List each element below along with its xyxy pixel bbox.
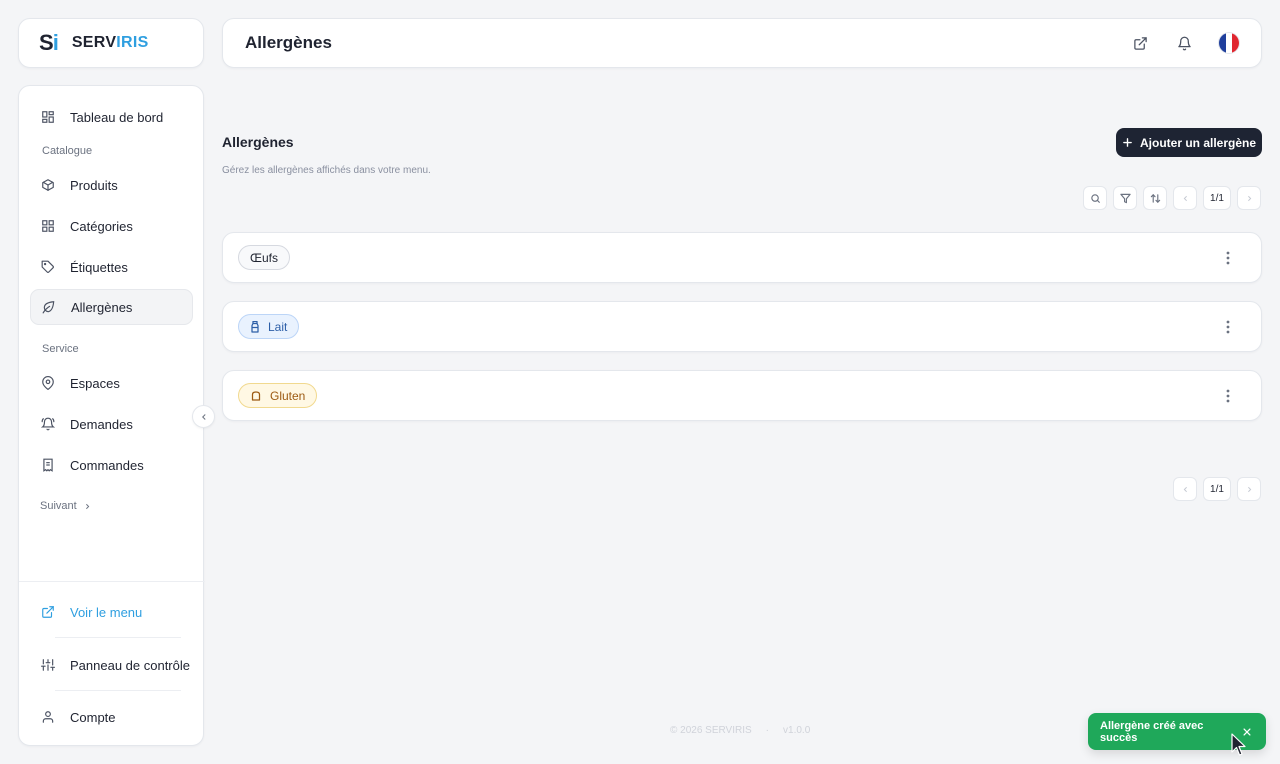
chevron-left-icon	[1183, 195, 1187, 201]
sidebar-item-label: Compte	[70, 709, 116, 725]
chevron-left-icon	[201, 413, 206, 420]
sidebar-item-requests[interactable]: Demandes	[30, 406, 193, 442]
sidebar: Tableau de bord Catalogue Produits Catég…	[18, 85, 205, 746]
sidebar-item-label: Allergènes	[71, 299, 133, 315]
chevron-right-icon	[85, 503, 89, 509]
add-allergen-button[interactable]: Ajouter un allergène	[1116, 128, 1262, 157]
page-indicator: 1/1	[1203, 186, 1231, 210]
allergen-chip: Lait	[238, 314, 300, 339]
sidebar-item-account[interactable]: Compte	[30, 699, 193, 735]
allergen-chip: Gluten	[238, 383, 318, 408]
next-page-button[interactable]	[1237, 186, 1261, 210]
tag-icon	[40, 259, 56, 275]
add-allergen-label: Ajouter un allergène	[1139, 135, 1257, 150]
sidebar-item-label: Tableau de bord	[70, 109, 164, 125]
sidebar-item-tags[interactable]: Étiquettes	[30, 249, 193, 285]
page-indicator: 1/1	[1203, 477, 1231, 501]
plus-icon	[1123, 138, 1132, 147]
external-link-icon[interactable]	[1131, 34, 1149, 52]
leaf-icon	[41, 299, 57, 315]
chevron-right-icon	[1247, 486, 1251, 492]
section-catalogue: Catalogue	[42, 145, 93, 157]
filter-icon	[1119, 193, 1131, 203]
next-page-button[interactable]	[1237, 477, 1261, 501]
allergen-row[interactable]: Œufs	[222, 232, 1262, 283]
sidebar-item-products[interactable]: Produits	[30, 167, 193, 203]
bottle-icon	[251, 320, 259, 333]
allergen-label: Gluten	[270, 388, 306, 403]
more-options-icon[interactable]	[1220, 388, 1236, 404]
version-text: v1.0.0	[783, 725, 811, 736]
user-icon	[40, 709, 56, 725]
chevron-right-icon	[1247, 195, 1251, 201]
sidebar-item-label: Espaces	[70, 375, 120, 391]
allergen-row[interactable]: Lait	[222, 301, 1262, 352]
allergen-label: Œufs	[250, 250, 279, 265]
sidebar-item-label: Produits	[70, 177, 118, 193]
more-options-icon[interactable]	[1220, 250, 1236, 266]
sidebar-item-label: Catégories	[70, 218, 133, 234]
sidebar-item-spaces[interactable]: Espaces	[30, 365, 193, 401]
sidebar-item-categories[interactable]: Catégories	[30, 208, 193, 244]
sort-icon	[1150, 193, 1160, 203]
sort-button[interactable]	[1143, 186, 1167, 210]
top-header: Allergènes	[222, 18, 1262, 68]
brand-mark: Si	[39, 30, 59, 55]
sidebar-item-label: Demandes	[70, 416, 133, 432]
prev-page-button[interactable]	[1173, 477, 1197, 501]
header-actions	[1131, 33, 1239, 53]
package-icon	[40, 177, 56, 193]
allergen-label: Lait	[268, 319, 288, 334]
sidebar-item-view-menu[interactable]: Voir le menu	[30, 594, 193, 630]
prev-page-button[interactable]	[1173, 186, 1197, 210]
external-link-icon	[40, 604, 56, 620]
sidebar-divider	[55, 690, 181, 691]
page-footer: © 2026 SERVIRIS · v1.0.0	[670, 725, 810, 736]
language-flag-icon[interactable]	[1219, 33, 1239, 53]
sidebar-more-toggle[interactable]: Suivant	[40, 500, 92, 512]
sidebar-item-orders[interactable]: Commandes	[30, 447, 193, 483]
footer-separator: ·	[765, 725, 770, 736]
dashboard-icon	[40, 109, 56, 125]
allergen-chip: Œufs	[238, 245, 291, 270]
receipt-icon	[40, 457, 56, 473]
page-title: Allergènes	[245, 33, 332, 52]
sidebar-divider	[19, 581, 205, 582]
filter-button[interactable]	[1113, 186, 1137, 210]
sidebar-divider	[55, 637, 181, 638]
section-title: Allergènes	[222, 134, 294, 150]
toast-message: Allergène créé avec succès	[1100, 719, 1204, 744]
sidebar-item-control-panel[interactable]: Panneau de contrôle	[30, 647, 193, 683]
chevron-left-icon	[1183, 486, 1187, 492]
copyright-text: © 2026 SERVIRIS	[670, 725, 752, 736]
sidebar-collapse-button[interactable]	[192, 405, 215, 428]
search-button[interactable]	[1083, 186, 1107, 210]
more-options-icon[interactable]	[1220, 319, 1236, 335]
sidebar-item-label: Voir le menu	[70, 604, 143, 620]
sidebar-item-dashboard[interactable]: Tableau de bord	[30, 99, 193, 135]
section-service: Service	[42, 343, 79, 355]
sidebar-more-label: Suivant	[40, 500, 77, 512]
sidebar-item-label: Panneau de contrôle	[70, 657, 190, 673]
map-pin-icon	[40, 375, 56, 391]
bell-icon[interactable]	[1175, 34, 1193, 52]
sidebar-item-allergens[interactable]: Allergènes	[30, 289, 193, 325]
grid-icon	[40, 218, 56, 234]
section-subtitle: Gérez les allergènes affichés dans votre…	[222, 165, 431, 176]
mouse-cursor-icon	[1231, 733, 1246, 756]
brand-logo[interactable]: Si SERVIRIS	[18, 18, 204, 68]
sliders-icon	[40, 657, 56, 673]
brand-name: SERVIRIS	[71, 34, 149, 51]
allergen-row[interactable]: Gluten	[222, 370, 1262, 421]
bread-icon	[251, 390, 261, 401]
sidebar-item-label: Étiquettes	[70, 259, 128, 275]
sidebar-item-label: Commandes	[70, 457, 144, 473]
bell-ring-icon	[40, 416, 56, 432]
search-icon	[1090, 193, 1100, 203]
